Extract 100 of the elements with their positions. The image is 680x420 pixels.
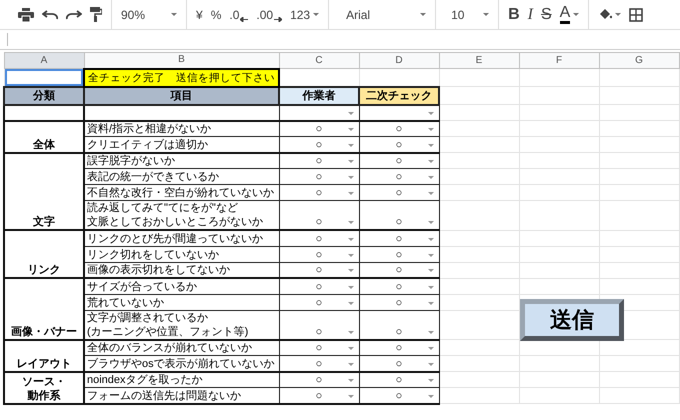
dropdown-icon[interactable] bbox=[483, 13, 490, 16]
dropdown-icon[interactable] bbox=[313, 13, 320, 16]
check-value: ○ bbox=[316, 356, 322, 370]
category-label: 文字 bbox=[32, 215, 56, 229]
dropdown-icon[interactable] bbox=[348, 144, 354, 146]
check-item: 荒れていないか bbox=[84, 294, 279, 310]
check-value: ○ bbox=[316, 138, 322, 152]
send-button[interactable]: 送信 bbox=[520, 299, 624, 341]
paint-bucket-icon bbox=[598, 8, 612, 21]
dropdown-icon[interactable] bbox=[428, 160, 434, 163]
check-item: リンクのとび先が間違っていないか bbox=[84, 230, 279, 246]
dropdown-icon[interactable] bbox=[428, 347, 434, 350]
dropdown-icon[interactable] bbox=[428, 269, 434, 272]
check-value: ○ bbox=[316, 186, 322, 200]
dropdown-icon[interactable] bbox=[428, 112, 434, 114]
check-item: noindexタグを取ったか bbox=[84, 372, 279, 388]
dropdown-icon[interactable] bbox=[348, 160, 354, 163]
strikethrough-button[interactable]: S bbox=[536, 2, 556, 26]
dropdown-icon[interactable] bbox=[348, 176, 354, 179]
bold-button[interactable]: B bbox=[504, 2, 524, 26]
check-value: ○ bbox=[396, 341, 402, 355]
dropdown-icon[interactable] bbox=[348, 221, 354, 224]
text-color-button[interactable]: A bbox=[556, 2, 584, 26]
dropdown-icon[interactable] bbox=[428, 128, 434, 131]
dropdown-icon[interactable] bbox=[348, 379, 354, 382]
check-value: ○ bbox=[396, 122, 402, 136]
check-value: ○ bbox=[396, 248, 402, 262]
check-value: ○ bbox=[316, 324, 322, 338]
dropdown-icon[interactable] bbox=[615, 13, 622, 16]
check-item: クリエイティブは適切か bbox=[84, 136, 279, 152]
dropdown-icon[interactable] bbox=[348, 362, 354, 366]
dropdown-icon[interactable] bbox=[428, 330, 434, 334]
dropdown-icon[interactable] bbox=[348, 269, 354, 272]
italic-button[interactable]: I bbox=[524, 2, 537, 26]
check-value: ○ bbox=[396, 296, 402, 310]
dropdown-icon[interactable] bbox=[348, 330, 354, 334]
dropdown-icon[interactable] bbox=[171, 13, 177, 16]
column-header[interactable]: D bbox=[359, 52, 439, 68]
column-heading: 二次チェック bbox=[359, 86, 439, 104]
column-header[interactable]: B bbox=[84, 52, 279, 68]
check-value: ○ bbox=[396, 232, 402, 246]
increase-decimal-button[interactable]: .00 bbox=[252, 2, 286, 26]
column-header[interactable]: F bbox=[519, 52, 599, 68]
check-value: ○ bbox=[316, 232, 322, 246]
zoom-select[interactable]: 90% bbox=[117, 2, 181, 26]
dropdown-icon[interactable] bbox=[428, 379, 434, 382]
check-item: 全体のバランスが崩れていないか bbox=[84, 340, 279, 356]
dropdown-icon[interactable] bbox=[348, 286, 354, 288]
decrease-decimal-button[interactable]: .0 bbox=[225, 2, 252, 26]
dropdown-icon[interactable] bbox=[428, 302, 434, 304]
check-value: ○ bbox=[316, 215, 322, 229]
check-value: ○ bbox=[396, 280, 402, 294]
dropdown-icon[interactable] bbox=[428, 192, 434, 195]
check-value: ○ bbox=[316, 263, 322, 277]
dropdown-icon[interactable] bbox=[428, 286, 434, 288]
check-value: ○ bbox=[316, 122, 322, 136]
dropdown-icon[interactable] bbox=[428, 362, 434, 366]
dropdown-icon[interactable] bbox=[428, 221, 434, 224]
dropdown-icon[interactable] bbox=[428, 394, 434, 398]
column-header[interactable]: C bbox=[279, 52, 359, 68]
check-value: ○ bbox=[396, 170, 402, 184]
dropdown-icon[interactable] bbox=[428, 254, 434, 256]
font-select[interactable]: Arial bbox=[334, 2, 430, 26]
check-item: リンク切れをしていないか bbox=[84, 246, 279, 262]
category-label: ソース・ bbox=[21, 374, 67, 388]
dropdown-icon[interactable] bbox=[348, 192, 354, 195]
dropdown-icon[interactable] bbox=[348, 112, 354, 114]
check-value: ○ bbox=[316, 296, 322, 310]
dropdown-icon[interactable] bbox=[348, 347, 354, 350]
dropdown-icon[interactable] bbox=[348, 128, 354, 131]
category-label: レイアウト bbox=[16, 356, 72, 370]
check-value: ○ bbox=[396, 263, 402, 277]
column-header[interactable]: A bbox=[4, 52, 84, 68]
check-value: ○ bbox=[396, 388, 402, 402]
check-item: 読み返してみて"てにをが"など bbox=[87, 201, 239, 215]
column-header[interactable]: E bbox=[439, 52, 519, 68]
check-item: 文脈としておかしいところがないか bbox=[87, 215, 264, 229]
dropdown-icon[interactable] bbox=[428, 238, 434, 240]
currency-button[interactable]: ¥ bbox=[192, 2, 207, 26]
check-value: ○ bbox=[316, 170, 322, 184]
category-label: 画像・バナー bbox=[10, 324, 78, 338]
dropdown-icon[interactable] bbox=[420, 13, 426, 16]
dropdown-icon[interactable] bbox=[428, 144, 434, 146]
check-value: ○ bbox=[316, 373, 322, 387]
check-item: 表記の統一ができているか bbox=[84, 168, 279, 184]
percent-button[interactable]: % bbox=[206, 2, 226, 26]
check-item: (カーニングや位置、フォント等) bbox=[87, 324, 250, 338]
dropdown-icon[interactable] bbox=[348, 302, 354, 304]
check-value: ○ bbox=[396, 138, 402, 152]
dropdown-icon[interactable] bbox=[348, 394, 354, 398]
column-header[interactable]: G bbox=[599, 52, 679, 68]
check-value: ○ bbox=[396, 215, 402, 229]
check-value: ○ bbox=[316, 280, 322, 294]
dropdown-icon[interactable] bbox=[428, 176, 434, 179]
check-item: ブラウザやosで表示が崩れていないか bbox=[84, 356, 279, 372]
dropdown-icon[interactable] bbox=[573, 13, 580, 16]
dropdown-icon[interactable] bbox=[348, 238, 354, 240]
number-format-select[interactable]: 123 bbox=[286, 2, 324, 26]
dropdown-icon[interactable] bbox=[348, 254, 354, 256]
font-size-select[interactable]: 10 bbox=[441, 2, 494, 26]
